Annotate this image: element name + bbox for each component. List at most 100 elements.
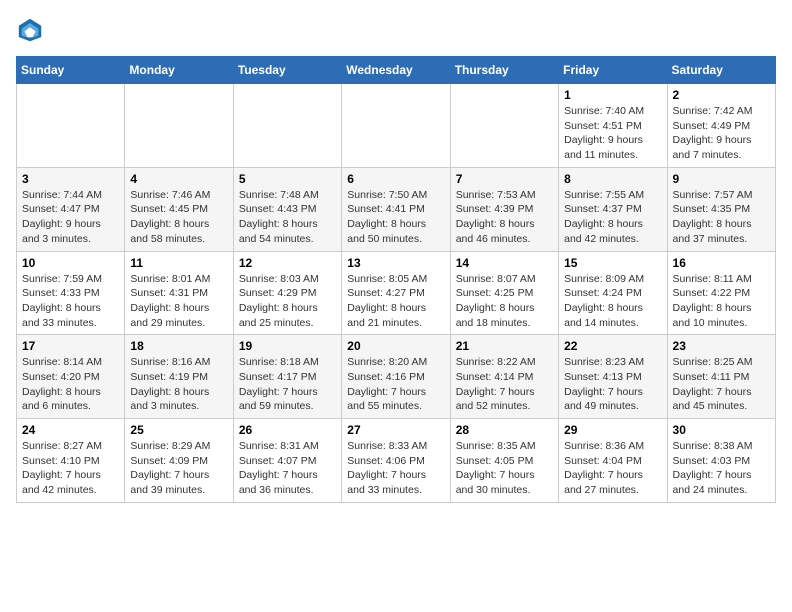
day-info: Sunrise: 7:44 AMSunset: 4:47 PMDaylight:… bbox=[22, 188, 119, 247]
calendar-week-row: 17 Sunrise: 8:14 AMSunset: 4:20 PMDayligh… bbox=[17, 335, 776, 419]
calendar-cell: 19 Sunrise: 8:18 AMSunset: 4:17 PMDayligh… bbox=[233, 335, 341, 419]
day-number: 4 bbox=[130, 172, 227, 186]
day-number: 6 bbox=[347, 172, 444, 186]
calendar-cell: 22 Sunrise: 8:23 AMSunset: 4:13 PMDayligh… bbox=[559, 335, 667, 419]
day-info: Sunrise: 8:09 AMSunset: 4:24 PMDaylight:… bbox=[564, 272, 661, 331]
day-info: Sunrise: 8:16 AMSunset: 4:19 PMDaylight:… bbox=[130, 355, 227, 414]
day-number: 24 bbox=[22, 423, 119, 437]
day-number: 21 bbox=[456, 339, 553, 353]
day-info: Sunrise: 7:55 AMSunset: 4:37 PMDaylight:… bbox=[564, 188, 661, 247]
day-info: Sunrise: 8:25 AMSunset: 4:11 PMDaylight:… bbox=[673, 355, 770, 414]
day-number: 22 bbox=[564, 339, 661, 353]
day-info: Sunrise: 8:27 AMSunset: 4:10 PMDaylight:… bbox=[22, 439, 119, 498]
calendar-cell: 28 Sunrise: 8:35 AMSunset: 4:05 PMDayligh… bbox=[450, 419, 558, 503]
day-info: Sunrise: 8:22 AMSunset: 4:14 PMDaylight:… bbox=[456, 355, 553, 414]
calendar-cell bbox=[342, 84, 450, 168]
day-info: Sunrise: 8:14 AMSunset: 4:20 PMDaylight:… bbox=[22, 355, 119, 414]
logo bbox=[16, 16, 48, 44]
calendar-week-row: 24 Sunrise: 8:27 AMSunset: 4:10 PMDayligh… bbox=[17, 419, 776, 503]
day-info: Sunrise: 7:48 AMSunset: 4:43 PMDaylight:… bbox=[239, 188, 336, 247]
day-info: Sunrise: 8:33 AMSunset: 4:06 PMDaylight:… bbox=[347, 439, 444, 498]
day-info: Sunrise: 7:40 AMSunset: 4:51 PMDaylight:… bbox=[564, 104, 661, 163]
day-info: Sunrise: 8:35 AMSunset: 4:05 PMDaylight:… bbox=[456, 439, 553, 498]
calendar-cell: 25 Sunrise: 8:29 AMSunset: 4:09 PMDayligh… bbox=[125, 419, 233, 503]
day-info: Sunrise: 7:42 AMSunset: 4:49 PMDaylight:… bbox=[673, 104, 770, 163]
day-header: Monday bbox=[125, 57, 233, 84]
day-info: Sunrise: 7:57 AMSunset: 4:35 PMDaylight:… bbox=[673, 188, 770, 247]
calendar-cell: 6 Sunrise: 7:50 AMSunset: 4:41 PMDaylight… bbox=[342, 167, 450, 251]
calendar-cell: 5 Sunrise: 7:48 AMSunset: 4:43 PMDaylight… bbox=[233, 167, 341, 251]
day-number: 28 bbox=[456, 423, 553, 437]
calendar-cell: 24 Sunrise: 8:27 AMSunset: 4:10 PMDayligh… bbox=[17, 419, 125, 503]
calendar-cell: 4 Sunrise: 7:46 AMSunset: 4:45 PMDaylight… bbox=[125, 167, 233, 251]
calendar-cell: 7 Sunrise: 7:53 AMSunset: 4:39 PMDaylight… bbox=[450, 167, 558, 251]
day-number: 16 bbox=[673, 256, 770, 270]
calendar-cell: 13 Sunrise: 8:05 AMSunset: 4:27 PMDayligh… bbox=[342, 251, 450, 335]
calendar-cell: 10 Sunrise: 7:59 AMSunset: 4:33 PMDayligh… bbox=[17, 251, 125, 335]
day-info: Sunrise: 8:07 AMSunset: 4:25 PMDaylight:… bbox=[456, 272, 553, 331]
day-number: 27 bbox=[347, 423, 444, 437]
day-info: Sunrise: 8:31 AMSunset: 4:07 PMDaylight:… bbox=[239, 439, 336, 498]
calendar-cell: 1 Sunrise: 7:40 AMSunset: 4:51 PMDaylight… bbox=[559, 84, 667, 168]
calendar-cell: 11 Sunrise: 8:01 AMSunset: 4:31 PMDayligh… bbox=[125, 251, 233, 335]
logo-icon bbox=[16, 16, 44, 44]
day-number: 11 bbox=[130, 256, 227, 270]
day-info: Sunrise: 8:20 AMSunset: 4:16 PMDaylight:… bbox=[347, 355, 444, 414]
day-number: 19 bbox=[239, 339, 336, 353]
calendar-week-row: 1 Sunrise: 7:40 AMSunset: 4:51 PMDaylight… bbox=[17, 84, 776, 168]
calendar-cell bbox=[125, 84, 233, 168]
day-info: Sunrise: 7:53 AMSunset: 4:39 PMDaylight:… bbox=[456, 188, 553, 247]
day-number: 12 bbox=[239, 256, 336, 270]
day-header: Tuesday bbox=[233, 57, 341, 84]
day-header: Friday bbox=[559, 57, 667, 84]
day-info: Sunrise: 8:36 AMSunset: 4:04 PMDaylight:… bbox=[564, 439, 661, 498]
day-number: 1 bbox=[564, 88, 661, 102]
day-number: 25 bbox=[130, 423, 227, 437]
day-info: Sunrise: 8:38 AMSunset: 4:03 PMDaylight:… bbox=[673, 439, 770, 498]
calendar-cell: 17 Sunrise: 8:14 AMSunset: 4:20 PMDayligh… bbox=[17, 335, 125, 419]
calendar-cell: 3Sunrise: 7:44 AMSunset: 4:47 PMDaylight… bbox=[17, 167, 125, 251]
calendar-header-row: SundayMondayTuesdayWednesdayThursdayFrid… bbox=[17, 57, 776, 84]
day-number: 17 bbox=[22, 339, 119, 353]
day-number: 29 bbox=[564, 423, 661, 437]
day-info: Sunrise: 8:11 AMSunset: 4:22 PMDaylight:… bbox=[673, 272, 770, 331]
day-info: Sunrise: 8:23 AMSunset: 4:13 PMDaylight:… bbox=[564, 355, 661, 414]
day-info: Sunrise: 7:59 AMSunset: 4:33 PMDaylight:… bbox=[22, 272, 119, 331]
calendar-cell: 29 Sunrise: 8:36 AMSunset: 4:04 PMDayligh… bbox=[559, 419, 667, 503]
calendar-cell: 27 Sunrise: 8:33 AMSunset: 4:06 PMDayligh… bbox=[342, 419, 450, 503]
calendar-cell: 18Sunrise: 8:16 AMSunset: 4:19 PMDayligh… bbox=[125, 335, 233, 419]
day-number: 15 bbox=[564, 256, 661, 270]
calendar-cell: 21 Sunrise: 8:22 AMSunset: 4:14 PMDayligh… bbox=[450, 335, 558, 419]
day-number: 10 bbox=[22, 256, 119, 270]
calendar-cell: 20 Sunrise: 8:20 AMSunset: 4:16 PMDayligh… bbox=[342, 335, 450, 419]
calendar-week-row: 3Sunrise: 7:44 AMSunset: 4:47 PMDaylight… bbox=[17, 167, 776, 251]
calendar-cell bbox=[450, 84, 558, 168]
day-info: Sunrise: 7:46 AMSunset: 4:45 PMDaylight:… bbox=[130, 188, 227, 247]
day-number: 5 bbox=[239, 172, 336, 186]
calendar-cell bbox=[17, 84, 125, 168]
day-number: 26 bbox=[239, 423, 336, 437]
day-number: 14 bbox=[456, 256, 553, 270]
day-info: Sunrise: 8:05 AMSunset: 4:27 PMDaylight:… bbox=[347, 272, 444, 331]
day-number: 20 bbox=[347, 339, 444, 353]
calendar-cell: 9Sunrise: 7:57 AMSunset: 4:35 PMDaylight… bbox=[667, 167, 775, 251]
calendar-cell: 14 Sunrise: 8:07 AMSunset: 4:25 PMDayligh… bbox=[450, 251, 558, 335]
day-number: 13 bbox=[347, 256, 444, 270]
day-number: 30 bbox=[673, 423, 770, 437]
day-number: 2 bbox=[673, 88, 770, 102]
day-info: Sunrise: 8:29 AMSunset: 4:09 PMDaylight:… bbox=[130, 439, 227, 498]
calendar-cell: 15 Sunrise: 8:09 AMSunset: 4:24 PMDayligh… bbox=[559, 251, 667, 335]
calendar-cell: 23 Sunrise: 8:25 AMSunset: 4:11 PMDayligh… bbox=[667, 335, 775, 419]
calendar-cell: 26 Sunrise: 8:31 AMSunset: 4:07 PMDayligh… bbox=[233, 419, 341, 503]
day-number: 23 bbox=[673, 339, 770, 353]
day-info: Sunrise: 7:50 AMSunset: 4:41 PMDaylight:… bbox=[347, 188, 444, 247]
day-header: Sunday bbox=[17, 57, 125, 84]
day-header: Wednesday bbox=[342, 57, 450, 84]
day-info: Sunrise: 8:18 AMSunset: 4:17 PMDaylight:… bbox=[239, 355, 336, 414]
day-info: Sunrise: 8:01 AMSunset: 4:31 PMDaylight:… bbox=[130, 272, 227, 331]
day-info: Sunrise: 8:03 AMSunset: 4:29 PMDaylight:… bbox=[239, 272, 336, 331]
calendar-table: SundayMondayTuesdayWednesdayThursdayFrid… bbox=[16, 56, 776, 503]
calendar-cell: 8Sunrise: 7:55 AMSunset: 4:37 PMDaylight… bbox=[559, 167, 667, 251]
day-header: Thursday bbox=[450, 57, 558, 84]
day-number: 7 bbox=[456, 172, 553, 186]
